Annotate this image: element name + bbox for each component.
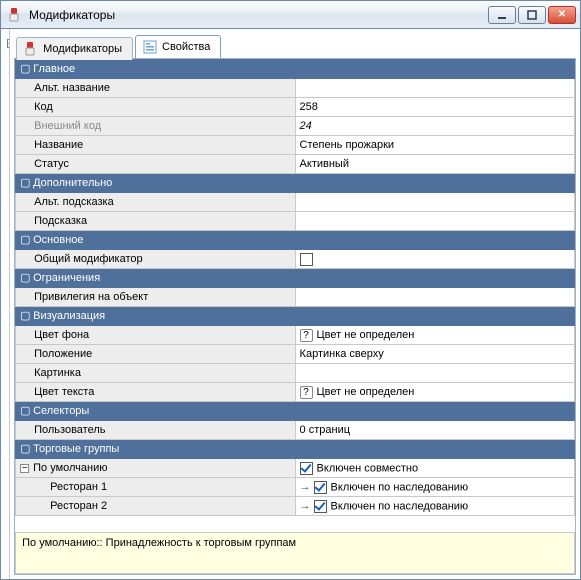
property-grid[interactable]: ▢Главное Альт. название Код258 Внешний к… xyxy=(15,59,575,516)
prop-label: Альт. название xyxy=(16,79,295,98)
collapse-icon[interactable]: ▢ xyxy=(20,179,29,188)
prop-row: Ресторан 2 →Включен по наследованию xyxy=(16,497,575,516)
section-visual[interactable]: ▢Визуализация xyxy=(16,307,575,326)
app-icon xyxy=(7,7,23,23)
prop-row: Пользователь0 страниц xyxy=(16,421,575,440)
prop-row: НазваниеСтепень прожарки xyxy=(16,136,575,155)
properties-panel: ▢Главное Альт. название Код258 Внешний к… xyxy=(14,58,576,575)
prop-label: Внешний код xyxy=(16,117,295,136)
prop-label: Подсказка xyxy=(16,212,295,231)
prop-row: Ресторан 1 →Включен по наследованию xyxy=(16,478,575,497)
hint-box: По умолчанию:: Принадлежность к торговым… xyxy=(15,532,575,574)
prop-row: Альт. название xyxy=(16,79,575,98)
checkbox[interactable] xyxy=(314,481,327,494)
prop-label[interactable]: −По умолчанию xyxy=(16,459,295,478)
prop-label: Цвет фона xyxy=(16,326,295,345)
section-limits[interactable]: ▢Ограничения xyxy=(16,269,575,288)
prop-value[interactable]: →Включен по наследованию xyxy=(295,497,574,516)
prop-label: Цвет текста xyxy=(16,383,295,402)
collapse-icon[interactable]: ▢ xyxy=(20,65,29,74)
prop-value[interactable]: →Включен по наследованию xyxy=(295,478,574,497)
minimize-button[interactable] xyxy=(488,6,516,24)
checkbox[interactable] xyxy=(300,253,313,266)
prop-row: Код258 xyxy=(16,98,575,117)
right-pane: Модификаторы Свойства ▢Главное Альт. наз… xyxy=(10,29,580,579)
prop-value[interactable]: Степень прожарки xyxy=(295,136,574,155)
prop-value[interactable] xyxy=(295,79,574,98)
prop-label: Статус xyxy=(16,155,295,174)
prop-value[interactable] xyxy=(295,212,574,231)
prop-row: Картинка xyxy=(16,364,575,383)
prop-label: Ресторан 2 xyxy=(16,497,295,516)
collapse-icon[interactable]: ▢ xyxy=(20,312,29,321)
prop-value[interactable]: Включен совместно xyxy=(295,459,574,478)
prop-row: Подсказка xyxy=(16,212,575,231)
prop-row: Общий модификатор xyxy=(16,250,575,269)
tab-modifiers[interactable]: Модификаторы xyxy=(16,37,133,60)
close-button[interactable]: ✕ xyxy=(548,6,576,24)
tab-properties-icon xyxy=(142,39,158,55)
collapse-icon[interactable]: ▢ xyxy=(20,274,29,283)
window-title: Модификаторы xyxy=(29,8,488,22)
prop-label: Пользователь xyxy=(16,421,295,440)
collapse-icon[interactable]: ▢ xyxy=(20,407,29,416)
prop-value[interactable]: 258 xyxy=(295,98,574,117)
tab-properties-label: Свойства xyxy=(162,41,210,53)
prop-value[interactable]: 0 страниц xyxy=(295,421,574,440)
prop-value: 24 xyxy=(295,117,574,136)
prop-value[interactable]: ?Цвет не определен xyxy=(295,326,574,345)
collapse-icon[interactable]: ▢ xyxy=(20,236,29,245)
prop-label: Общий модификатор xyxy=(16,250,295,269)
prop-label: Положение xyxy=(16,345,295,364)
section-additional[interactable]: ▢Дополнительно xyxy=(16,174,575,193)
maximize-button[interactable] xyxy=(518,6,546,24)
app-window: Модификаторы ✕ − Все Для десертаДля омле… xyxy=(0,0,581,580)
prop-label: Альт. подсказка xyxy=(16,193,295,212)
collapse-icon[interactable]: ▢ xyxy=(20,445,29,454)
prop-row: Цвет фона?Цвет не определен xyxy=(16,326,575,345)
prop-label: Картинка xyxy=(16,364,295,383)
prop-value[interactable] xyxy=(295,193,574,212)
tree-pane[interactable]: − Все Для десертаДля омлетаНапитокОбщие … xyxy=(1,29,10,579)
titlebar[interactable]: Модификаторы ✕ xyxy=(1,1,580,29)
prop-label: Ресторан 1 xyxy=(16,478,295,497)
prop-value[interactable] xyxy=(295,364,574,383)
hint-text: По умолчанию:: Принадлежность к торговым… xyxy=(22,537,296,549)
section-base[interactable]: ▢Основное xyxy=(16,231,575,250)
prop-row-default: −По умолчанию Включен совместно xyxy=(16,459,575,478)
prop-value[interactable]: ?Цвет не определен xyxy=(295,383,574,402)
prop-label: Код xyxy=(16,98,295,117)
prop-value[interactable]: Картинка сверху xyxy=(295,345,574,364)
prop-label: Название xyxy=(16,136,295,155)
prop-value[interactable] xyxy=(295,288,574,307)
prop-value[interactable]: Активный xyxy=(295,155,574,174)
prop-row: Цвет текста?Цвет не определен xyxy=(16,383,575,402)
collapse-icon[interactable]: − xyxy=(20,464,29,473)
inherit-arrow-icon: → xyxy=(300,500,312,512)
checkbox[interactable] xyxy=(314,500,327,513)
prop-row: СтатусАктивный xyxy=(16,155,575,174)
tab-modifiers-label: Модификаторы xyxy=(43,43,122,55)
inherit-arrow-icon: → xyxy=(300,481,312,493)
section-main[interactable]: ▢Главное xyxy=(16,60,575,79)
section-tradegroups[interactable]: ▢Торговые группы xyxy=(16,440,575,459)
prop-row: Внешний код24 xyxy=(16,117,575,136)
prop-value[interactable] xyxy=(295,250,574,269)
prop-row: Альт. подсказка xyxy=(16,193,575,212)
tabstrip: Модификаторы Свойства xyxy=(14,33,576,58)
prop-label: Привилегия на объект xyxy=(16,288,295,307)
prop-row: Привилегия на объект xyxy=(16,288,575,307)
tab-modifiers-icon xyxy=(23,41,39,57)
question-icon: ? xyxy=(300,386,313,399)
question-icon: ? xyxy=(300,329,313,342)
prop-row: ПоложениеКартинка сверху xyxy=(16,345,575,364)
tab-properties[interactable]: Свойства xyxy=(135,35,221,58)
checkbox[interactable] xyxy=(300,462,313,475)
section-selectors[interactable]: ▢Селекторы xyxy=(16,402,575,421)
